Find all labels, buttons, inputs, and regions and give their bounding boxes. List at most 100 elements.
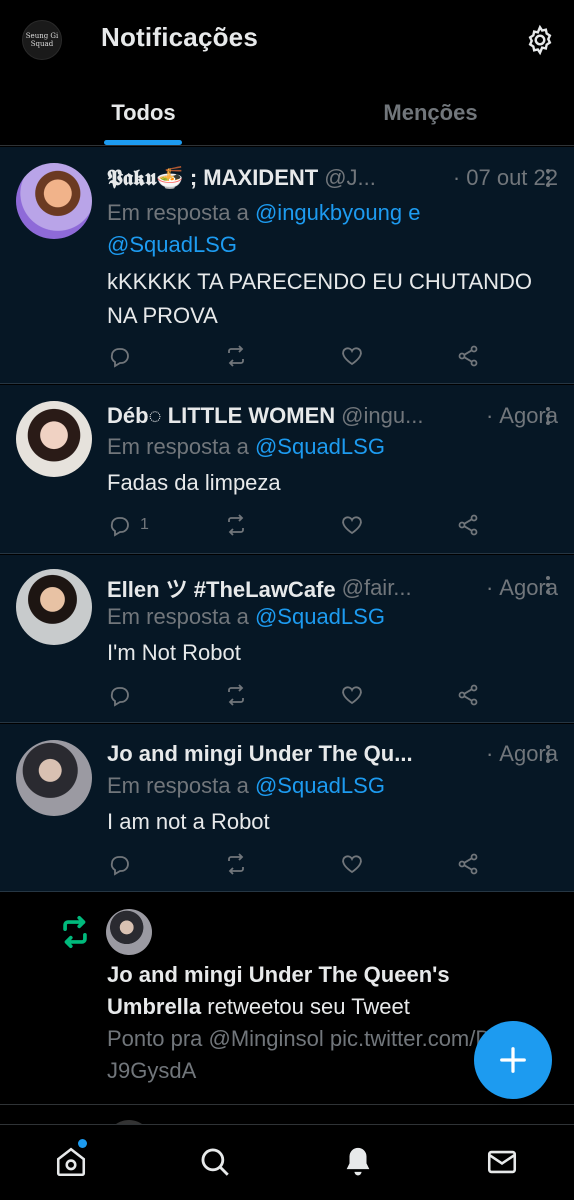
reply-context: Em resposta a @SquadLSG <box>107 601 494 633</box>
reply-count: 1 <box>140 516 149 533</box>
user-avatar[interactable] <box>16 163 92 239</box>
share-button[interactable] <box>456 849 480 879</box>
separator-dot: · <box>485 741 494 766</box>
retweet-icon <box>228 345 244 367</box>
mention-link[interactable]: @ingukbyoung <box>255 200 402 225</box>
retweet-button[interactable] <box>224 680 248 710</box>
user-name[interactable]: 𝕻𝖆𝖐𝖚🍜 ; MAXIDENT <box>107 165 318 191</box>
tweet-text: I'm Not Robot <box>107 640 241 665</box>
bottom-navigation <box>0 1124 574 1200</box>
notification-header: Déb◌ LITTLE WOMEN @ingu... · Agora <box>107 403 558 429</box>
reply-icon <box>110 856 129 876</box>
notification-item[interactable]: Ellen ツ #TheLawCafe @fair... · Agora Em … <box>0 555 574 723</box>
next-notification-partial <box>0 1106 574 1166</box>
like-button[interactable] <box>340 680 364 710</box>
search-icon[interactable] <box>198 1145 232 1179</box>
reply-icon <box>110 517 129 537</box>
more-options-icon[interactable] <box>546 745 550 766</box>
user-name[interactable]: Déb◌ LITTLE WOMEN <box>107 403 335 429</box>
home-notification-dot <box>78 1139 87 1148</box>
retweet-summary: Jo and mingi Under The Queen's Umbrella … <box>107 959 547 1023</box>
tweet-actions <box>0 680 574 710</box>
heart-icon <box>342 855 362 874</box>
mention-link[interactable]: @SquadLSG <box>255 773 385 798</box>
user-name[interactable]: Jo and mingi Under The Qu... <box>107 741 413 767</box>
reply-icon <box>110 687 129 707</box>
reply-icon <box>110 348 129 368</box>
user-avatar[interactable] <box>16 569 92 645</box>
user-avatar[interactable] <box>16 740 92 816</box>
like-button[interactable] <box>340 849 364 879</box>
account-avatar[interactable]: Seung Gi Squad <box>22 20 62 60</box>
retweet-icon <box>228 684 244 706</box>
notification-item[interactable]: Déb◌ LITTLE WOMEN @ingu... · Agora Em re… <box>0 385 574 554</box>
share-button[interactable] <box>456 680 480 710</box>
more-options-icon[interactable] <box>546 407 550 428</box>
reply-button[interactable] <box>108 341 140 371</box>
like-button[interactable] <box>340 510 364 540</box>
notification-item[interactable]: Jo and mingi Under The Qu... · Agora Em … <box>0 724 574 892</box>
notification-tabs: Todos Menções <box>0 80 574 146</box>
retweet-icon <box>63 915 87 949</box>
mention-conjunction: e <box>408 200 421 225</box>
user-handle: @J... <box>324 165 376 190</box>
share-button[interactable] <box>456 341 480 371</box>
tab-all[interactable]: Todos <box>0 80 287 146</box>
reply-context: Em resposta a @SquadLSG <box>107 770 494 802</box>
heart-icon <box>342 686 362 705</box>
share-button[interactable] <box>456 510 480 540</box>
reply-prefix: Em resposta a <box>107 773 249 798</box>
reply-prefix: Em resposta a <box>107 200 249 225</box>
mention-link[interactable]: @SquadLSG <box>255 434 385 459</box>
tweet-text: Fadas da limpeza <box>107 470 281 495</box>
retweet-button[interactable] <box>224 341 248 371</box>
reply-button[interactable] <box>108 680 140 710</box>
heart-icon <box>342 347 362 366</box>
tweet-actions <box>0 849 574 879</box>
gear-icon[interactable] <box>524 24 556 56</box>
retweet-action: retweetou seu Tweet <box>207 994 410 1019</box>
more-options-icon[interactable] <box>546 576 550 597</box>
share-icon <box>458 684 478 706</box>
mention-link[interactable]: @SquadLSG <box>255 604 385 629</box>
user-name[interactable]: Ellen ツ #TheLawCafe <box>107 572 336 604</box>
more-options-icon[interactable] <box>546 169 550 190</box>
reply-context: Em resposta a @ingukbyoung e @SquadLSG <box>107 197 494 261</box>
retweeter-avatar[interactable] <box>106 909 152 955</box>
heart-icon <box>342 516 362 535</box>
retweet-button[interactable] <box>224 849 248 879</box>
separator-dot: · <box>485 403 494 428</box>
share-icon <box>458 345 478 367</box>
mention-link[interactable]: @SquadLSG <box>107 232 237 257</box>
share-icon <box>458 853 478 875</box>
notification-header: Ellen ツ #TheLawCafe @fair... · Agora <box>107 572 558 604</box>
tweet-text: I am not a Robot <box>107 809 270 834</box>
compose-tweet-button[interactable] <box>474 1021 552 1099</box>
share-icon <box>458 514 478 536</box>
notification-header: 𝕻𝖆𝖐𝖚🍜 ; MAXIDENT @J... · 07 out 22 <box>107 165 558 191</box>
reply-context: Em resposta a @SquadLSG <box>107 431 494 463</box>
retweet-button[interactable] <box>224 510 248 540</box>
app-header: Seung Gi Squad Notificações <box>0 0 574 80</box>
reply-prefix: Em resposta a <box>107 604 249 629</box>
user-handle: @ingu... <box>341 403 424 428</box>
notification-header: Jo and mingi Under The Qu... · Agora <box>107 741 558 767</box>
separator-dot: · <box>485 575 494 600</box>
notification-item[interactable]: 𝕻𝖆𝖐𝖚🍜 ; MAXIDENT @J... · 07 out 22 Em re… <box>0 147 574 384</box>
user-avatar[interactable] <box>16 401 92 477</box>
bell-icon[interactable] <box>341 1145 375 1179</box>
retweet-icon <box>228 853 244 875</box>
like-button[interactable] <box>340 341 364 371</box>
retweet-icon <box>228 514 244 536</box>
active-tab-indicator <box>104 140 182 145</box>
reply-button[interactable]: 1 <box>108 510 149 540</box>
mail-icon[interactable] <box>485 1145 519 1179</box>
home-icon[interactable] <box>54 1145 88 1179</box>
tweet-actions <box>0 341 574 371</box>
timestamp: 07 out 22 <box>466 165 558 190</box>
reply-prefix: Em resposta a <box>107 434 249 459</box>
reply-button[interactable] <box>108 849 140 879</box>
separator-dot: · <box>452 165 461 190</box>
account-logo-text: Seung Gi Squad <box>25 32 59 48</box>
tab-mentions[interactable]: Menções <box>287 80 574 146</box>
